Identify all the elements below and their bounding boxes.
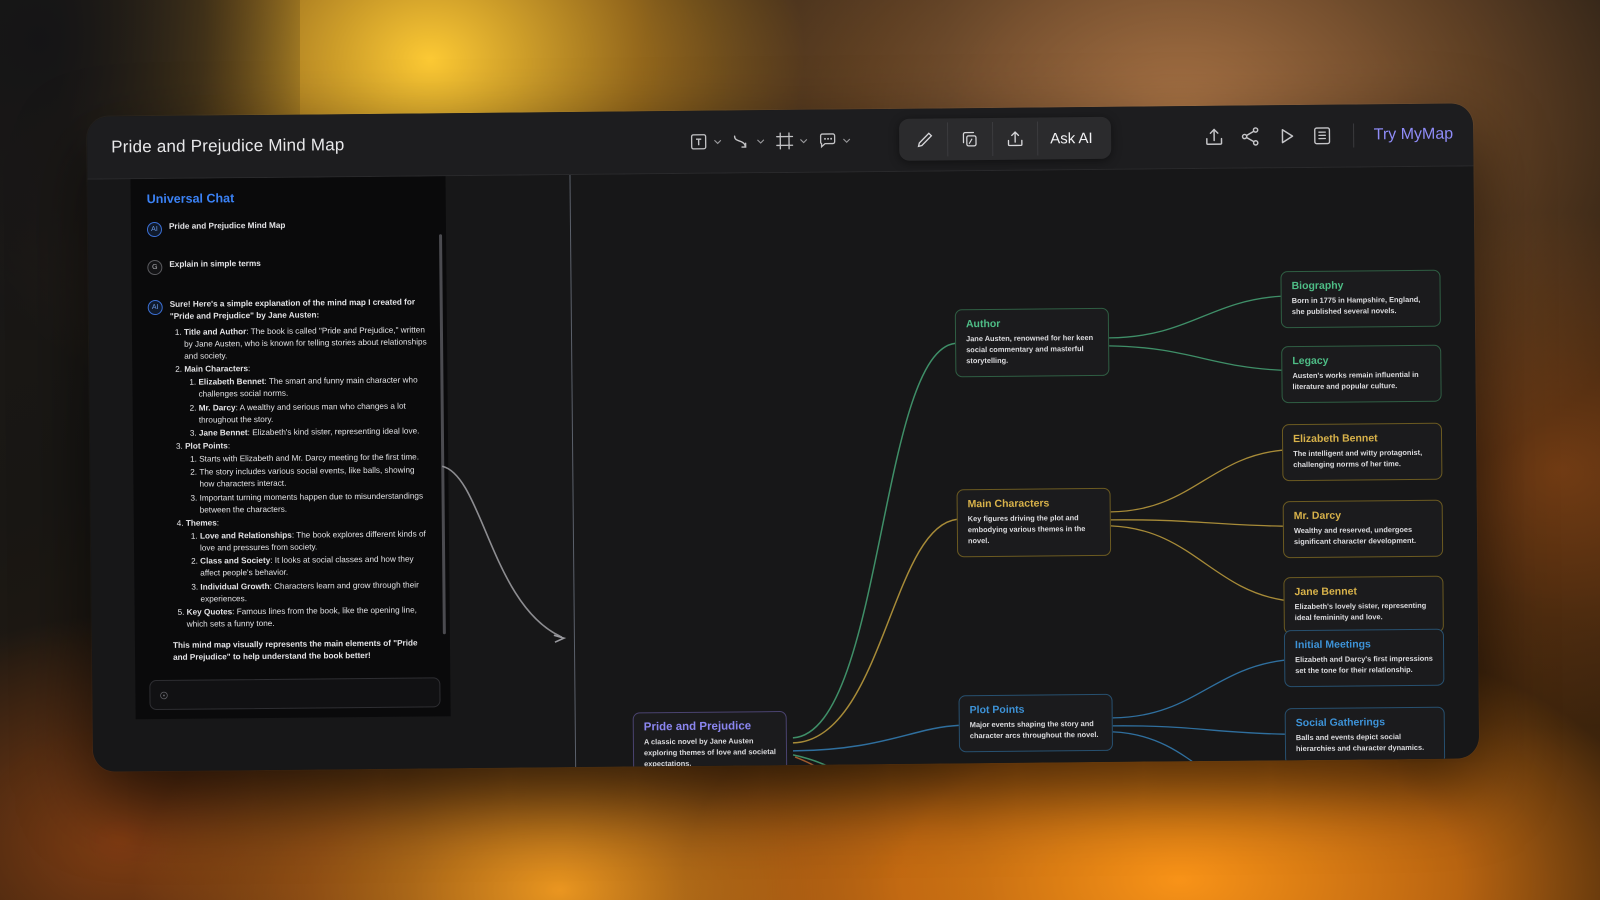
- node-description: The intelligent and witty protagonist, c…: [1293, 447, 1423, 470]
- chevron-down-icon[interactable]: [798, 135, 809, 146]
- node-title: Author: [965, 317, 1001, 331]
- mindmap-node-jane-bennet[interactable]: Jane Bennet Elizabeth's lovely sister, r…: [1283, 575, 1444, 635]
- connector-tool-button[interactable]: [728, 127, 769, 156]
- outline-icon[interactable]: [1311, 125, 1333, 147]
- node-title: Legacy: [1292, 354, 1329, 368]
- canvas-tool-group: [685, 126, 855, 157]
- mindmap-node-main-characters[interactable]: Main Characters Key figures driving the …: [956, 487, 1112, 558]
- present-icon[interactable]: [1275, 125, 1297, 147]
- chevron-down-icon[interactable]: [712, 136, 723, 147]
- ask-ai-button[interactable]: Ask AI: [1038, 129, 1107, 147]
- node-description: Wealthy and reserved, undergoes signific…: [1293, 524, 1417, 547]
- node-title: Plot Points: [969, 703, 1025, 717]
- mindmap-node-mr-darcy[interactable]: Mr. Darcy Wealthy and reserved, undergoe…: [1282, 499, 1444, 559]
- upload-icon: [1007, 131, 1023, 147]
- node-description: Elizabeth and Darcy's first impressions …: [1295, 653, 1433, 676]
- ai-action-bar: Ask AI: [898, 116, 1111, 161]
- node-title: Main Characters: [967, 497, 1050, 511]
- node-description: Born in 1775 in Hampshire, England, she …: [1291, 294, 1421, 317]
- mindmap-node-social-gatherings[interactable]: Social Gatherings Balls and events depic…: [1284, 706, 1446, 766]
- mindmap-node-plot-points[interactable]: Plot Points Major events shaping the sto…: [958, 693, 1114, 753]
- chevron-down-icon[interactable]: [841, 135, 852, 146]
- node-title: Pride and Prejudice: [643, 720, 752, 734]
- node-description: Elizabeth's lovely sister, representing …: [1294, 600, 1427, 623]
- mindmap-node-root[interactable]: Pride and Prejudice A classic novel by J…: [632, 710, 788, 772]
- mindmap-node-initial-meetings[interactable]: Initial Meetings Elizabeth and Darcy's f…: [1283, 628, 1445, 688]
- toolbar-divider: [1352, 123, 1354, 148]
- edit-button[interactable]: [902, 122, 949, 157]
- node-title: Elizabeth Bennet: [1292, 432, 1378, 446]
- node-description: Balls and events depict social hierarchi…: [1295, 732, 1425, 754]
- pencil-icon: [917, 132, 933, 148]
- comment-tool-button[interactable]: [814, 126, 855, 155]
- upload-button[interactable]: [992, 121, 1039, 156]
- mindmap-node-legacy[interactable]: Legacy Austen's works remain influential…: [1281, 344, 1442, 404]
- right-action-group: Try MyMap: [1203, 123, 1454, 149]
- mindmap-node-biography[interactable]: Biography Born in 1775 in Hampshire, Eng…: [1280, 269, 1441, 329]
- node-description: Major events shaping the story and chara…: [969, 719, 1099, 741]
- node-title: Jane Bennet: [1294, 585, 1357, 599]
- document-title[interactable]: Pride and Prejudice Mind Map: [111, 135, 345, 157]
- node-description: Jane Austen, renowned for her keen socia…: [966, 333, 1094, 366]
- try-mymap-button[interactable]: Try MyMap: [1374, 126, 1454, 145]
- mindmap-node-elizabeth-bennet[interactable]: Elizabeth Bennet The intelligent and wit…: [1281, 422, 1443, 482]
- node-description: A classic novel by Jane Austen exploring…: [643, 736, 776, 769]
- export-icon[interactable]: [1203, 126, 1225, 148]
- share-icon[interactable]: [1239, 125, 1261, 147]
- node-title: Social Gatherings: [1295, 716, 1386, 730]
- mindmap-edges: [442, 295, 1286, 772]
- node-title: Mr. Darcy: [1293, 509, 1342, 523]
- copy-button[interactable]: [947, 121, 994, 157]
- node-description: Key figures driving the plot and embodyi…: [967, 513, 1086, 546]
- workspace: Universal Chat AI Pride and Prejudice Mi…: [87, 166, 1480, 772]
- text-tool-button[interactable]: [685, 127, 726, 156]
- copy-icon: [962, 131, 977, 147]
- comment-tool-icon: [819, 133, 836, 149]
- app-window: Pride and Prejudice Mind Map Ask AI Try …: [86, 103, 1480, 772]
- node-title: Initial Meetings: [1294, 638, 1371, 652]
- mindmap-canvas[interactable]: Pride and Prejudice A classic novel by J…: [87, 166, 1479, 772]
- connector-tool-icon: [733, 135, 747, 148]
- mindmap-node-author[interactable]: Author Jane Austen, renowned for her kee…: [954, 307, 1110, 378]
- text-tool-icon: [690, 134, 707, 150]
- chevron-down-icon[interactable]: [755, 136, 766, 147]
- frame-tool-icon: [776, 132, 794, 150]
- frame-tool-button[interactable]: [771, 126, 812, 155]
- node-description: Austen's works remain influential in lit…: [1292, 369, 1419, 392]
- node-title: Biography: [1291, 279, 1344, 293]
